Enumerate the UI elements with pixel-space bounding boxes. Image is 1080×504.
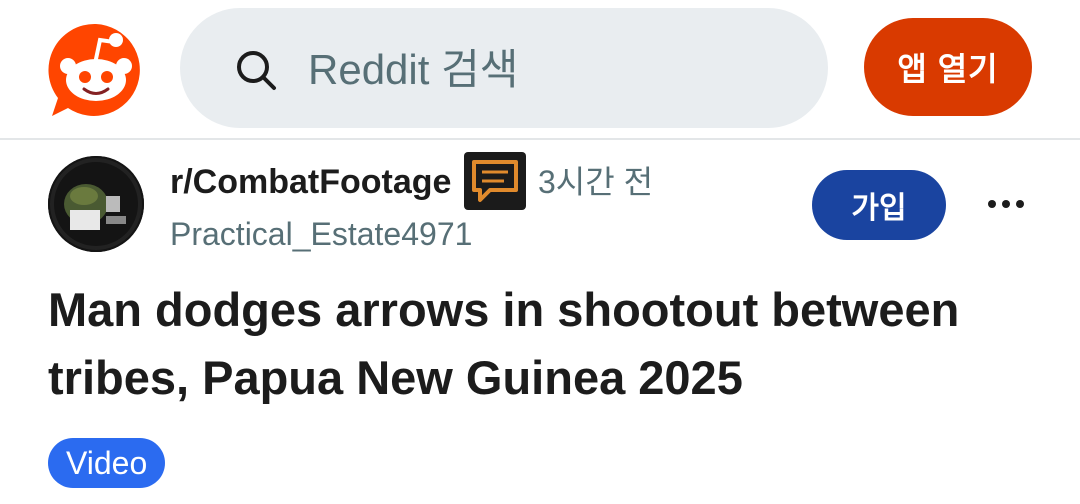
- search-icon: [234, 48, 278, 92]
- search-bar[interactable]: Reddit 검색: [180, 8, 828, 128]
- chat-bubble-icon: [464, 152, 526, 210]
- search-placeholder: Reddit 검색: [308, 46, 519, 93]
- post-header: r/CombatFootage 3시간 전 Practical_Estate49…: [0, 140, 1080, 270]
- more-options-button[interactable]: [978, 184, 1034, 224]
- open-app-button[interactable]: 앱 열기: [864, 18, 1032, 116]
- post-title[interactable]: Man dodges arrows in shootout between tr…: [48, 276, 1048, 412]
- top-bar: Reddit 검색 앱 열기: [0, 0, 1080, 140]
- author-username[interactable]: Practical_Estate4971: [170, 214, 472, 254]
- community-avatar[interactable]: [48, 156, 144, 252]
- more-horizontal-icon: [988, 200, 996, 208]
- community-name[interactable]: r/CombatFootage: [170, 162, 451, 202]
- reddit-logo-icon[interactable]: [46, 20, 146, 120]
- post-time: 3시간 전: [538, 164, 654, 200]
- join-button[interactable]: 가입: [812, 170, 946, 240]
- flair-badge[interactable]: Video: [48, 438, 166, 488]
